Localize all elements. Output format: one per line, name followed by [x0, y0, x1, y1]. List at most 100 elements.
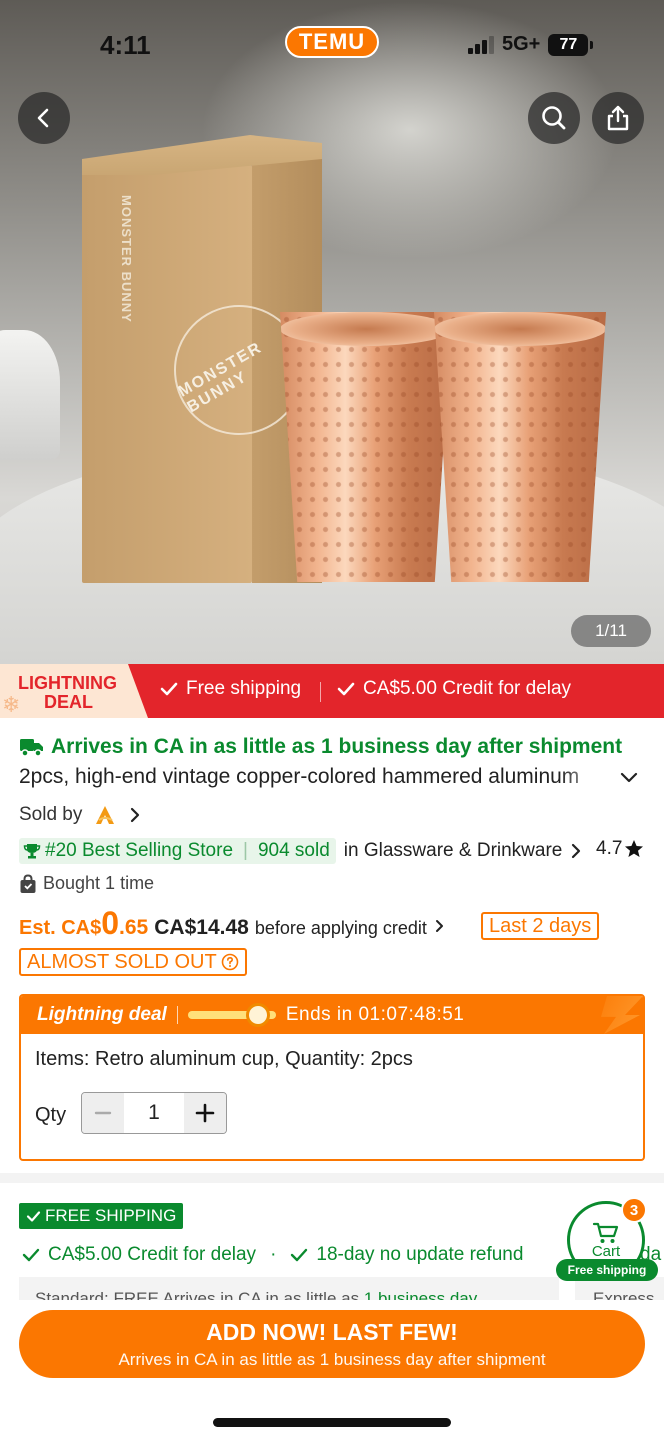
help-circle-icon	[221, 953, 238, 971]
almost-text: ALMOST SOLD OUT	[27, 950, 217, 973]
chevron-down-icon[interactable]	[618, 766, 640, 788]
qty-label: Qty	[35, 1104, 67, 1126]
free-shipping-text: FREE SHIPPING	[45, 1206, 177, 1225]
qty-decrease-button[interactable]	[82, 1093, 124, 1133]
badge-line1: LIGHTNING	[18, 673, 117, 693]
store-rank-row[interactable]: #20 Best Selling Store | 904 sold in Gla…	[19, 838, 584, 864]
cart-free-shipping-tag: Free shipping	[556, 1259, 658, 1281]
deal-countdown: Ends in 01:07:48:51	[285, 1004, 465, 1025]
rank-badge: #20 Best Selling Store | 904 sold	[19, 838, 336, 864]
almost-sold-out-badge[interactable]: ALMOST SOLD OUT	[19, 948, 247, 976]
check-icon	[26, 1210, 41, 1222]
copper-cup	[434, 312, 606, 582]
bought-info: Bought 1 time	[19, 873, 154, 894]
refund-text: 18-day no update refund	[316, 1244, 524, 1265]
home-indicator	[213, 1418, 451, 1427]
shopping-bag-icon	[20, 873, 36, 893]
signal-icon	[468, 35, 494, 54]
cart-icon	[592, 1222, 619, 1243]
cart-count-badge: 3	[621, 1197, 647, 1223]
snowflake-icon: ❄	[2, 692, 21, 717]
separator: |	[243, 840, 248, 861]
credit-delay-text: CA$5.00 Credit for delay	[48, 1244, 257, 1265]
section-divider	[0, 1173, 664, 1183]
check-icon	[291, 1248, 308, 1262]
status-time: 4:11	[100, 30, 151, 60]
share-icon	[607, 105, 629, 131]
chevron-left-icon	[37, 108, 49, 128]
minus-icon	[94, 1111, 112, 1115]
rating-value: 4.7	[596, 838, 623, 859]
add-button-subtext: Arrives in CA in as little as 1 business…	[118, 1349, 546, 1369]
divider	[176, 1006, 178, 1024]
sold-count: 904 sold	[257, 840, 330, 861]
product-title[interactable]: 2pcs, high-end vintage copper-colored ha…	[19, 765, 599, 789]
arrival-text: Arrives in CA in as little as 1 business…	[51, 735, 623, 758]
background-lamp	[0, 330, 60, 460]
check-icon	[22, 1248, 40, 1262]
add-to-cart-button[interactable]: ADD NOW! LAST FEW! Arrives in CA in as l…	[19, 1310, 645, 1378]
arrival-info[interactable]: Arrives in CA in as little as 1 business…	[19, 735, 622, 759]
rank-text: #20 Best Selling Store	[45, 840, 234, 861]
deal-progress-bar	[187, 1003, 276, 1027]
cup-rim	[280, 312, 452, 346]
temu-logo: TEMU	[285, 26, 379, 58]
quantity-stepper: 1	[81, 1092, 227, 1134]
search-icon	[542, 106, 566, 130]
perk-label: CA$5.00 Credit for delay	[363, 678, 572, 699]
copper-cup	[280, 312, 452, 582]
price-note: before applying credit	[254, 918, 427, 938]
check-icon	[337, 682, 355, 696]
add-button-label: ADD NOW! LAST FEW!	[206, 1318, 458, 1345]
trophy-icon	[23, 844, 41, 859]
original-price: CA$14.48	[154, 916, 249, 939]
chevron-right-icon	[572, 843, 581, 859]
plus-icon	[195, 1103, 215, 1123]
qty-increase-button[interactable]	[184, 1093, 226, 1133]
search-button[interactable]	[528, 92, 580, 144]
lightning-deal-header: Lightning deal Ends in 01:07:48:51	[21, 996, 643, 1034]
deal-items-text: Items: Retro aluminum cup, Quantity: 2pc…	[35, 1048, 413, 1070]
status-indicators: 5G+ 77	[468, 33, 594, 56]
product-image[interactable]: MONSTER BUNNY MONSTER BUNNY 4:11 TEMU 5G…	[0, 0, 664, 664]
lightning-deal-panel: Lightning deal Ends in 01:07:48:51 Items…	[19, 994, 645, 1161]
network-type: 5G+	[502, 33, 541, 55]
cup-rim	[434, 312, 606, 346]
store-logo-icon	[92, 803, 118, 827]
rank-category: in Glassware & Drinkware	[343, 840, 563, 861]
est-price-cents: .65	[119, 916, 149, 939]
est-price-whole: 0	[101, 905, 120, 941]
est-price-prefix: Est. CA$	[19, 917, 102, 939]
lightning-deal-title: Lightning deal	[37, 1004, 167, 1025]
price-row[interactable]: Est. CA$ 0 .65 CA$14.48 before applying …	[19, 905, 447, 942]
image-counter: 1/11	[571, 615, 651, 647]
perk-label: Free shipping	[186, 678, 302, 699]
box-brand-vertical: MONSTER BUNNY	[119, 195, 134, 323]
clock-icon	[245, 1003, 270, 1027]
chevron-right-icon	[131, 807, 140, 823]
star-icon	[625, 840, 644, 857]
deal-bar: ❄ LIGHTNING DEAL Free shipping CA$5.00 C…	[0, 664, 664, 718]
back-button[interactable]	[18, 92, 70, 144]
share-button[interactable]	[592, 92, 644, 144]
divider	[320, 682, 321, 702]
lightning-bolt-icon	[601, 996, 643, 1034]
credit-perk: CA$5.00 Credit for delay	[337, 678, 571, 700]
sold-by-label: Sold by	[19, 804, 83, 825]
battery-icon: 77	[548, 33, 594, 56]
separator-dot: ·	[270, 1244, 277, 1265]
shipping-perks[interactable]: CA$5.00 Credit for delay · 18-day no upd…	[22, 1244, 523, 1266]
free-shipping-badge: FREE SHIPPING	[19, 1203, 184, 1229]
chevron-right-icon	[435, 920, 443, 932]
qty-value[interactable]: 1	[124, 1093, 184, 1133]
bought-text: Bought 1 time	[43, 873, 155, 893]
delivery-truck-icon	[20, 739, 43, 757]
rating[interactable]: 4.7	[596, 838, 644, 860]
lightning-deal-badge: ❄ LIGHTNING DEAL	[0, 664, 148, 718]
badge-line2: DEAL	[44, 692, 93, 712]
cart-label: Cart	[591, 1242, 621, 1260]
check-icon	[160, 682, 178, 696]
last-days-badge: Last 2 days	[481, 912, 600, 940]
free-shipping-perk: Free shipping	[160, 678, 301, 700]
sold-by-row[interactable]: Sold by	[19, 803, 142, 827]
